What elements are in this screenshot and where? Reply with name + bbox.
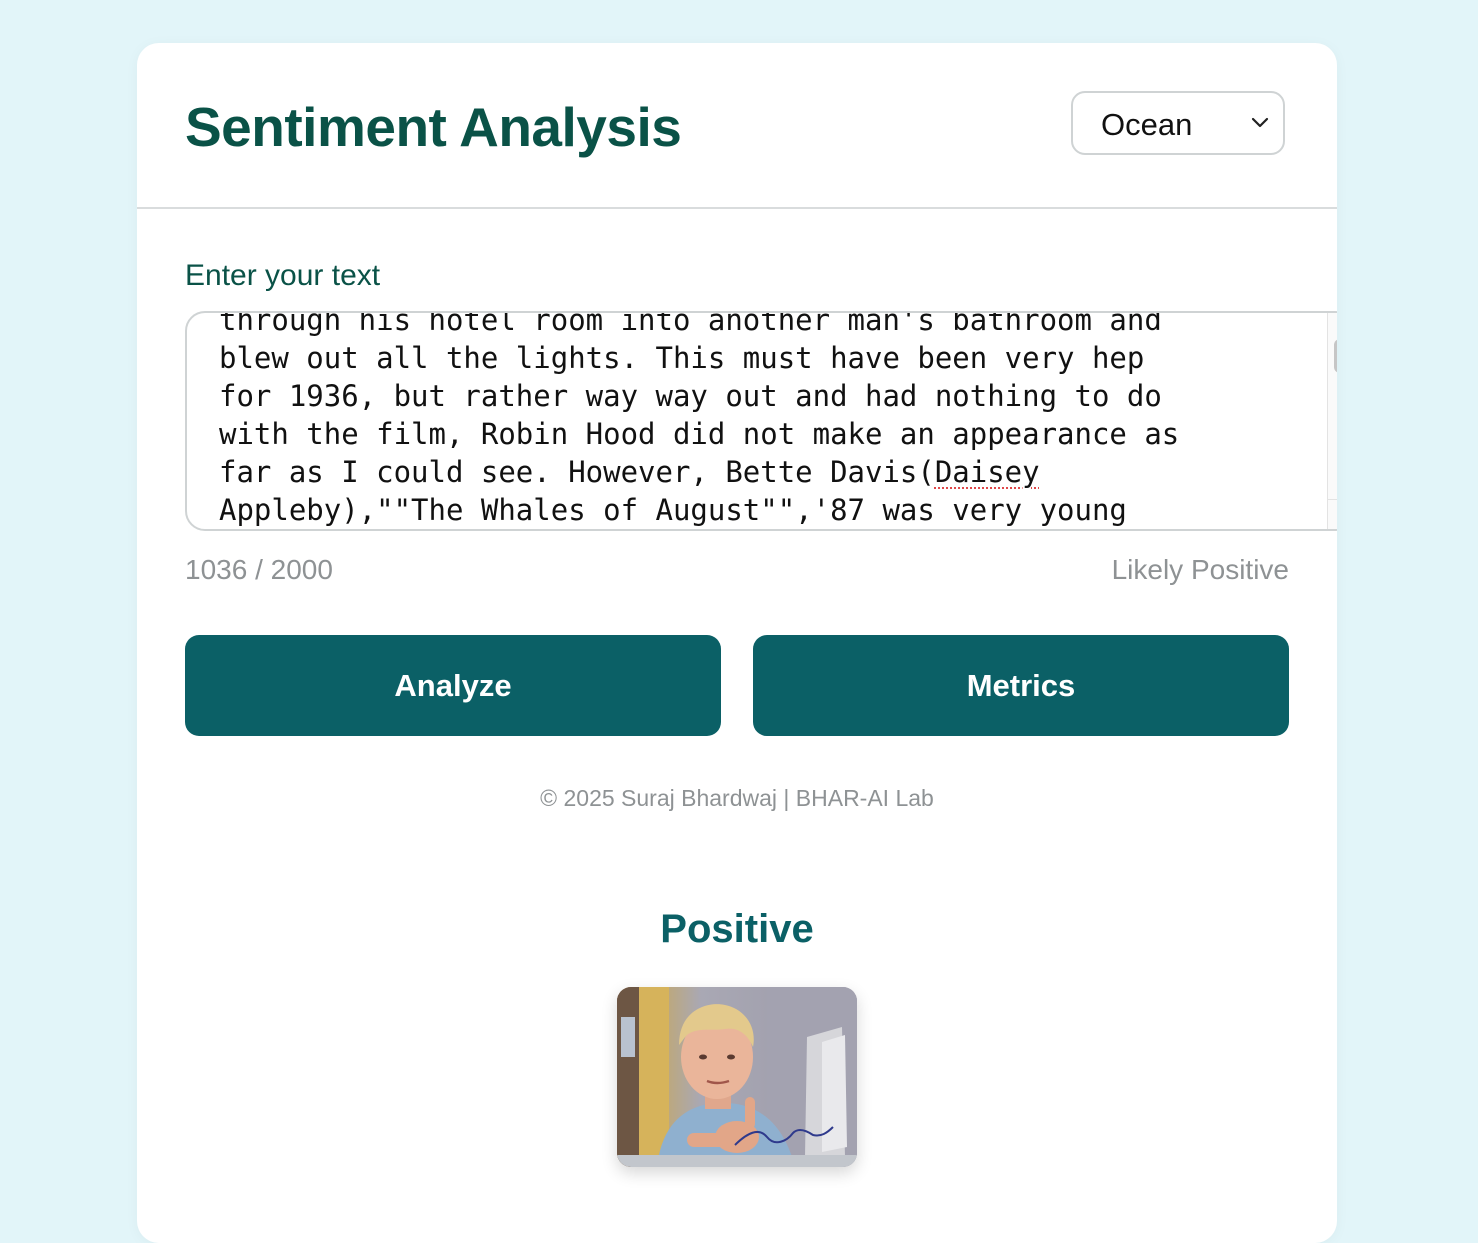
text-line: Appleby),""The Whales of August"",'87 wa… — [219, 493, 1127, 527]
thumbs-up-kid-illustration — [617, 987, 857, 1167]
spellcheck-word: Daisey — [934, 455, 1040, 489]
text-line: with the film, Robin Hood did not make a… — [219, 417, 1180, 451]
text-line: far as I could see. However, Bette Davis… — [219, 455, 935, 489]
analyze-button[interactable]: Analyze — [185, 635, 721, 736]
textarea-scrollbar[interactable] — [1327, 313, 1337, 529]
result-label: Positive — [660, 907, 814, 951]
text-line: through his hotel room into another man'… — [219, 311, 1162, 337]
footer-copyright: © 2025 Suraj Bhardwaj | BHAR-AI Lab — [540, 785, 934, 811]
input-label: Enter your text — [185, 259, 381, 292]
header: Sentiment Analysis Ocean — [137, 43, 1337, 209]
scrollbar-thumb[interactable] — [1334, 339, 1337, 373]
thumbs-up-image — [617, 987, 857, 1167]
text-input-content[interactable]: through his hotel room into another man'… — [219, 311, 1299, 529]
text-line: for 1936, but rather way way out and had… — [219, 379, 1162, 413]
theme-select[interactable]: Ocean — [1071, 91, 1285, 155]
character-count: 1036 / 2000 — [185, 554, 333, 585]
text-input[interactable]: through his hotel room into another man'… — [185, 311, 1337, 531]
chevron-down-icon — [1251, 117, 1269, 128]
metrics-button[interactable]: Metrics — [753, 635, 1289, 736]
main-card: Sentiment Analysis Ocean Enter your text… — [137, 43, 1337, 1243]
text-line: blew out all the lights. This must have … — [219, 341, 1145, 375]
scrollbar-divider — [1328, 499, 1337, 500]
page-title: Sentiment Analysis — [185, 96, 682, 158]
theme-select-value: Ocean — [1101, 107, 1193, 142]
live-prediction: Likely Positive — [1111, 554, 1289, 585]
